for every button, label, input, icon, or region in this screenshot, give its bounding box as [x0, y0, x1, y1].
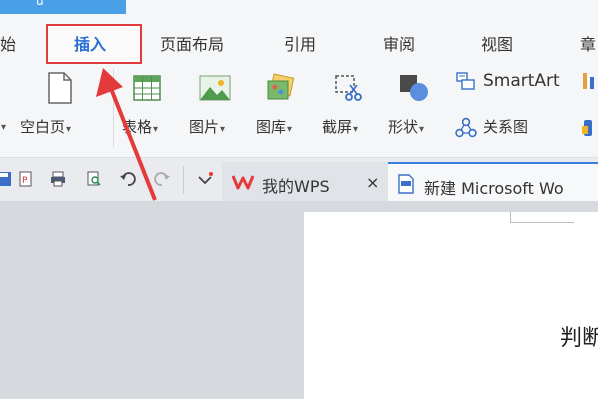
picture-button[interactable]: 图片▾	[189, 116, 225, 137]
table-icon[interactable]	[132, 74, 162, 102]
relation-chart-label: 关系图	[483, 118, 529, 136]
tab-document[interactable]: 新建 Microsoft Wo	[388, 162, 598, 202]
relation-chart-button[interactable]: 关系图	[483, 116, 528, 137]
chart-icon-partial[interactable]	[583, 73, 587, 89]
smartart-icon[interactable]	[456, 72, 476, 90]
bottle-icon-partial[interactable]	[580, 118, 598, 138]
document-workspace: 判断	[0, 201, 598, 399]
tab-my-wps[interactable]: 我的WPS ×	[222, 162, 388, 202]
title-text: ü	[36, 0, 44, 8]
screenshot-label: 截屏	[322, 118, 353, 136]
toolbar-separator	[183, 166, 184, 194]
wps-logo-icon	[232, 175, 254, 190]
export-pdf-icon[interactable]: P	[18, 171, 34, 187]
customize-dropdown-icon[interactable]	[197, 171, 213, 187]
shapes-label: 形状	[388, 118, 419, 136]
margin-mark-h	[510, 222, 574, 223]
document-icon	[398, 174, 414, 194]
shapes-button[interactable]: 形状▾	[388, 116, 424, 137]
tab-close-icon[interactable]: ×	[366, 173, 379, 192]
screenshot-button[interactable]: 截屏▾	[322, 116, 358, 137]
smartart-label: SmartArt	[483, 71, 560, 91]
smartart-button[interactable]: SmartArt	[483, 71, 560, 91]
title-bar: ü	[0, 0, 598, 17]
title-tab[interactable]: ü	[0, 0, 126, 14]
gallery-label: 图库	[256, 118, 287, 136]
svg-text:P: P	[22, 176, 28, 186]
relation-chart-icon[interactable]	[455, 117, 477, 139]
redo-icon[interactable]	[154, 171, 170, 187]
undo-icon[interactable]	[120, 171, 136, 187]
chart-icon-partial-2	[590, 77, 594, 89]
ribbon-toolbar: ▾ 空白页▾ 表格▾ 图片▾ 图库▾ 截屏▾ 形状▾ SmartArt 关系图	[0, 65, 598, 157]
menu-review[interactable]: 审阅	[383, 31, 415, 55]
tab-my-wps-label: 我的WPS	[262, 177, 330, 196]
shapes-icon[interactable]	[398, 73, 430, 103]
document-text: 判断	[560, 326, 598, 351]
table-button[interactable]: 表格▾	[122, 116, 158, 137]
table-label: 表格	[122, 118, 153, 136]
menu-view[interactable]: 视图	[481, 31, 513, 55]
document-page[interactable]: 判断	[304, 212, 598, 399]
blank-page-button[interactable]: 空白页▾	[20, 116, 71, 137]
menu-chapter[interactable]: 章	[580, 31, 596, 55]
tab-document-label: 新建 Microsoft Wo	[424, 179, 564, 198]
scissors-icon[interactable]	[333, 73, 363, 103]
ribbon-separator	[113, 69, 114, 147]
gallery-button[interactable]: 图库▾	[256, 116, 292, 137]
print-icon[interactable]	[50, 171, 66, 187]
menu-insert-highlighted[interactable]: 插入	[74, 31, 106, 55]
print-preview-icon[interactable]	[86, 171, 102, 187]
picture-label: 图片	[189, 118, 220, 136]
menu-start[interactable]: 始	[0, 31, 16, 55]
picture-icon[interactable]	[199, 74, 231, 102]
menu-references[interactable]: 引用	[284, 31, 316, 55]
margin-mark-v	[510, 212, 511, 222]
menu-page-layout[interactable]: 页面布局	[160, 31, 224, 55]
gallery-icon[interactable]	[266, 73, 296, 103]
blank-page-label: 空白页	[20, 118, 66, 136]
ribbon-prev-caret[interactable]: ▾	[0, 116, 6, 134]
quick-access-bar: P 我的WPS × 新建 Microsoft Wo	[0, 157, 598, 202]
blank-page-icon[interactable]	[46, 71, 74, 105]
save-icon[interactable]	[0, 171, 12, 187]
